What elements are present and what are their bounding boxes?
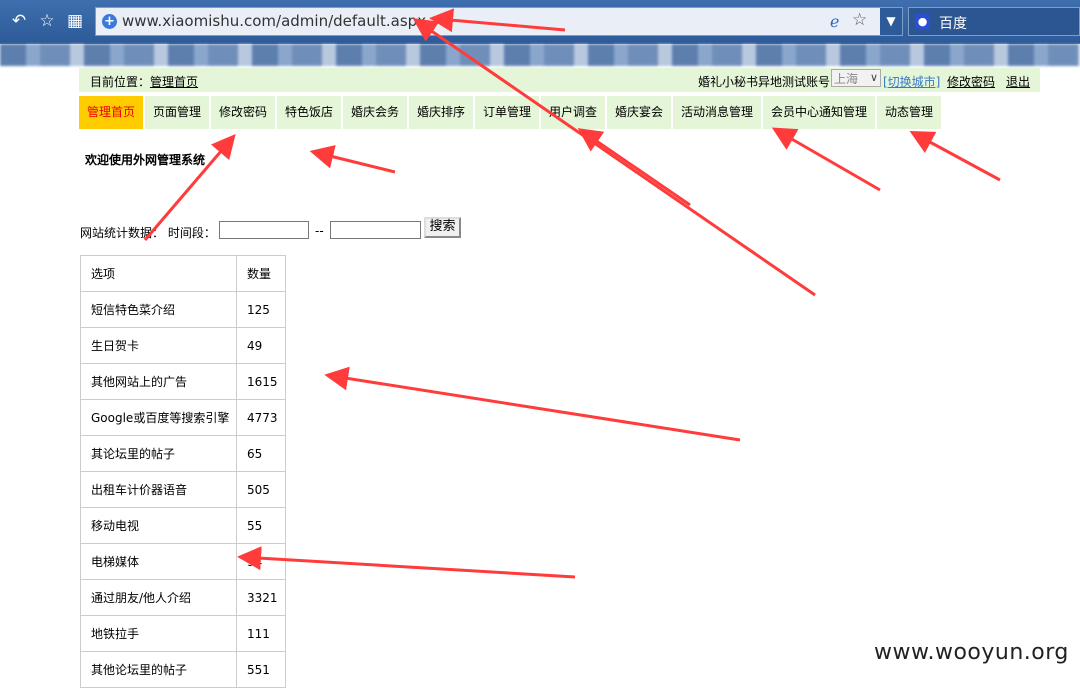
table-row: 其论坛里的帖子 65 xyxy=(80,435,286,472)
stats-label: 网站统计数据： 时间段： xyxy=(80,226,216,240)
change-password-link[interactable]: 修改密码 xyxy=(947,73,995,90)
row-option: 地铁拉手 xyxy=(80,615,237,652)
favorite-icon[interactable]: ☆ xyxy=(852,10,867,30)
table-row: 通过朋友/他人介绍 3321 xyxy=(80,579,286,616)
table-row: 电梯媒体 94 xyxy=(80,543,286,580)
header-count: 数量 xyxy=(236,255,286,292)
location-label: 目前位置： xyxy=(90,75,151,89)
row-count: 4773 xyxy=(236,399,286,436)
annotation-arrow xyxy=(237,546,576,579)
date-separator: -- xyxy=(315,224,324,238)
table-row: 生日贺卡 49 xyxy=(80,327,286,364)
nav-page-manage[interactable]: 页面管理 xyxy=(145,96,209,129)
nav-orders[interactable]: 订单管理 xyxy=(475,96,539,129)
date-from-input[interactable] xyxy=(219,221,309,239)
browser-toolbar: ↶ ☆ ▦ + www.xiaomishu.com/admin/default.… xyxy=(0,0,1080,44)
annotation-arrow xyxy=(324,366,741,442)
table-row: Google或百度等搜索引擎 4773 xyxy=(80,399,286,436)
row-option: 生日贺卡 xyxy=(80,327,237,364)
table-row: 其他网站上的广告 1615 xyxy=(80,363,286,400)
stats-table: 选项 数量 短信特色菜介绍 125 生日贺卡 49 其他网站上的广告 1615 … xyxy=(80,255,286,688)
search-engine-box[interactable]: ● 百度 xyxy=(908,7,1080,36)
apps-grid-icon[interactable]: ▦ xyxy=(64,10,86,32)
row-option: 其他论坛里的帖子 xyxy=(80,651,237,688)
back-icon[interactable]: ↶ xyxy=(8,10,30,32)
logout-link[interactable]: 退出 xyxy=(1006,73,1030,90)
row-count: 125 xyxy=(236,291,286,328)
city-select[interactable]: 上海 xyxy=(831,69,881,87)
row-count: 49 xyxy=(236,327,286,364)
row-option: Google或百度等搜索引擎 xyxy=(80,399,237,436)
annotation-arrow xyxy=(309,145,396,174)
account-label: 婚礼小秘书异地测试账号 xyxy=(698,75,831,89)
search-engine-label: 百度 xyxy=(939,16,967,32)
nav-member-notices[interactable]: 会员中心通知管理 xyxy=(763,96,875,129)
nav-user-survey[interactable]: 用户调查 xyxy=(541,96,605,129)
row-count: 551 xyxy=(236,651,286,688)
search-button[interactable]: 搜索 xyxy=(424,217,461,238)
row-option: 电梯媒体 xyxy=(80,543,237,580)
row-count: 505 xyxy=(236,471,286,508)
row-option: 通过朋友/他人介绍 xyxy=(80,579,237,616)
nav-wedding-sort[interactable]: 婚庆排序 xyxy=(409,96,473,129)
annotation-arrow xyxy=(909,130,1001,182)
table-row: 短信特色菜介绍 125 xyxy=(80,291,286,328)
site-icon: + xyxy=(102,14,117,29)
row-count: 94 xyxy=(236,543,286,580)
welcome-text: 欢迎使用外网管理系统 xyxy=(85,153,206,167)
url-text[interactable]: www.xiaomishu.com/admin/default.aspx xyxy=(122,12,426,30)
baidu-icon: ● xyxy=(915,14,930,29)
watermark: www.wooyun.org xyxy=(874,640,1069,665)
row-count: 1615 xyxy=(236,363,286,400)
annotation-arrow xyxy=(771,127,881,192)
nav-change-password[interactable]: 修改密码 xyxy=(211,96,275,129)
row-count: 55 xyxy=(236,507,286,544)
switch-city-link[interactable]: [切换城市] xyxy=(883,73,940,90)
nav-dynamic-manage[interactable]: 动态管理 xyxy=(877,96,941,129)
row-count: 111 xyxy=(236,615,286,652)
table-row: 移动电视 55 xyxy=(80,507,286,544)
address-bar[interactable]: + www.xiaomishu.com/admin/default.aspx ℯ… xyxy=(95,7,903,36)
bookmarks-bar-blurred xyxy=(0,44,1080,66)
location-link[interactable]: 管理首页 xyxy=(150,73,198,90)
info-bar: 目前位置： 管理首页 婚礼小秘书异地测试账号 上海 [切换城市] 修改密码 退出 xyxy=(79,68,1040,92)
table-header-row: 选项 数量 xyxy=(80,255,286,292)
table-row: 其他论坛里的帖子 551 xyxy=(80,651,286,688)
date-to-input[interactable] xyxy=(330,221,421,239)
favorite-star-icon[interactable]: ☆ xyxy=(36,10,58,32)
table-row: 地铁拉手 111 xyxy=(80,615,286,652)
row-option: 出租车计价器语音 xyxy=(80,471,237,508)
header-option: 选项 xyxy=(80,255,237,292)
ie-compat-icon[interactable]: ℯ xyxy=(830,12,839,31)
nav-restaurants[interactable]: 特色饭店 xyxy=(277,96,341,129)
row-count: 3321 xyxy=(236,579,286,616)
row-count: 65 xyxy=(236,435,286,472)
nav-wedding-banquet[interactable]: 婚庆宴会 xyxy=(607,96,671,129)
annotation-arrow xyxy=(577,128,691,207)
table-row: 出租车计价器语音 505 xyxy=(80,471,286,508)
dropdown-icon[interactable]: ▼ xyxy=(880,8,902,35)
nav-home[interactable]: 管理首页 xyxy=(79,96,143,129)
row-option: 其论坛里的帖子 xyxy=(80,435,237,472)
nav-activity-messages[interactable]: 活动消息管理 xyxy=(673,96,761,129)
row-option: 移动电视 xyxy=(80,507,237,544)
row-option: 短信特色菜介绍 xyxy=(80,291,237,328)
nav-wedding-events[interactable]: 婚庆会务 xyxy=(343,96,407,129)
row-option: 其他网站上的广告 xyxy=(80,363,237,400)
